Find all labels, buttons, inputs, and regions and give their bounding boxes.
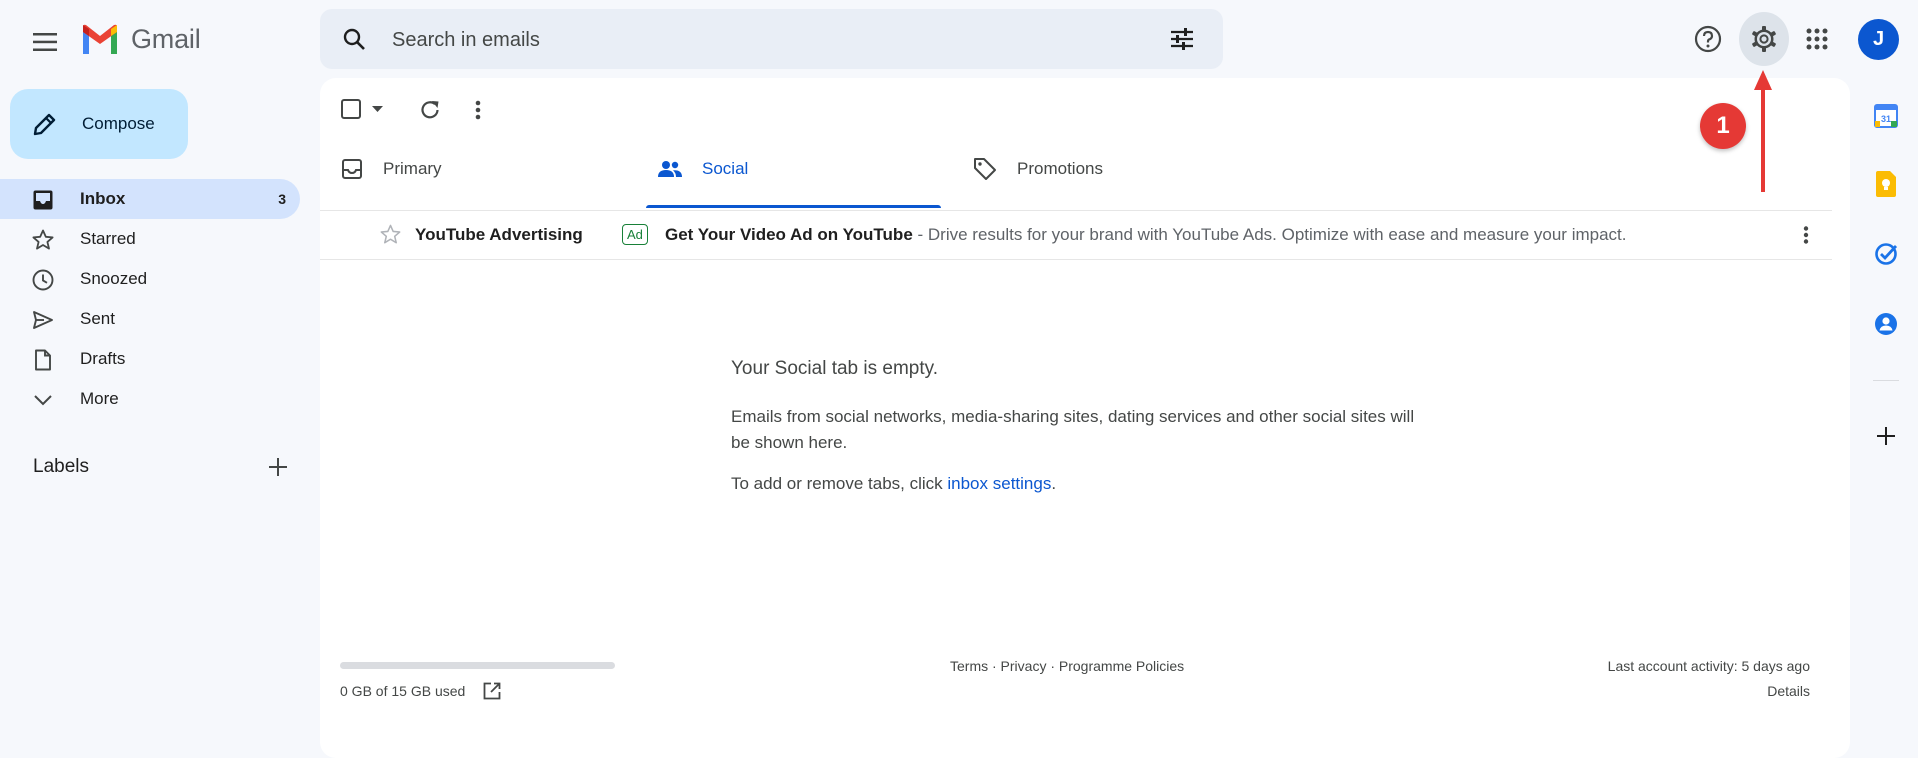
compose-button[interactable]: Compose (10, 89, 188, 159)
email-subject-line: Get Your Video Ad on YouTube - Drive res… (665, 225, 1626, 245)
tab-social[interactable]: Social (646, 130, 941, 208)
sidebar-item-starred[interactable]: Starred (0, 219, 300, 259)
contacts-icon (1875, 313, 1897, 335)
side-panel-divider (1873, 380, 1899, 381)
search-button[interactable] (332, 17, 376, 61)
select-all-checkbox[interactable] (341, 99, 361, 119)
active-tab-indicator (646, 205, 941, 208)
settings-button[interactable] (1739, 12, 1789, 66)
settings-hint-prefix: To add or remove tabs, click (731, 474, 948, 493)
clock-icon (32, 269, 54, 291)
empty-state-settings-hint: To add or remove tabs, click inbox setti… (731, 474, 1056, 494)
tab-label: Promotions (1017, 159, 1103, 178)
tab-label: Social (702, 159, 749, 178)
calendar-icon: 31 (1874, 104, 1898, 128)
sidebar-item-label: More (80, 389, 119, 408)
sidebar-item-snoozed[interactable]: Snoozed (0, 259, 300, 299)
search-bar[interactable] (320, 9, 1223, 71)
more-vert-icon (475, 100, 481, 120)
email-snippet: - Drive results for your brand with YouT… (912, 225, 1627, 244)
main-menu-button[interactable] (22, 19, 68, 65)
footer-links[interactable]: Terms · Privacy · Programme Policies (950, 658, 1184, 674)
sidebar-item-label: Starred (80, 229, 136, 248)
storage-bar (340, 662, 615, 669)
step-number-badge: 1 (1700, 103, 1746, 149)
help-icon (1694, 25, 1722, 53)
labels-heading: Labels (33, 456, 89, 477)
support-button[interactable] (1685, 16, 1731, 62)
unread-count: 3 (278, 191, 286, 207)
annotation-arrow (1754, 70, 1772, 192)
calendar-app-button[interactable]: 31 (1868, 98, 1904, 134)
send-icon (33, 311, 53, 329)
keep-icon (1876, 171, 1896, 197)
manage-storage-button[interactable] (480, 679, 504, 703)
more-options-button[interactable] (458, 90, 498, 130)
email-subject: Get Your Video Ad on YouTube (665, 225, 913, 244)
account-avatar[interactable]: J (1858, 19, 1899, 60)
refresh-button[interactable] (410, 90, 450, 130)
chevron-down-icon (34, 395, 52, 406)
draft-icon (35, 349, 51, 371)
people-icon (658, 161, 682, 177)
email-more-button[interactable] (1786, 215, 1826, 255)
svg-text:31: 31 (1881, 114, 1891, 124)
gmail-logo[interactable]: Gmail (80, 22, 201, 56)
hamburger-icon (33, 33, 57, 51)
avatar-letter: J (1872, 28, 1885, 50)
tag-icon (974, 158, 996, 180)
last-account-activity: Last account activity: 5 days ago (1607, 658, 1810, 674)
tab-promotions[interactable]: Promotions (973, 130, 1273, 208)
more-vert-icon (1803, 226, 1809, 244)
create-label-button[interactable] (258, 450, 298, 484)
get-addons-button[interactable] (1868, 418, 1904, 454)
settings-hint-suffix: . (1051, 474, 1057, 493)
tasks-icon (1875, 243, 1898, 265)
search-options-button[interactable] (1160, 17, 1204, 61)
tab-label: Primary (383, 159, 442, 178)
contacts-app-button[interactable] (1868, 306, 1904, 342)
sidebar-item-label: Sent (80, 309, 115, 328)
sidebar-item-label: Inbox (80, 189, 126, 208)
plus-icon (1877, 427, 1895, 445)
activity-details-link[interactable]: Details (1767, 683, 1810, 699)
tasks-app-button[interactable] (1868, 236, 1904, 272)
plus-icon (269, 458, 287, 476)
star-icon[interactable] (380, 224, 401, 245)
compose-label: Compose (82, 114, 155, 133)
sidebar-item-sent[interactable]: Sent (0, 299, 300, 339)
sidebar-item-label: Drafts (80, 349, 126, 368)
email-sender: YouTube Advertising (415, 225, 583, 244)
gmail-wordmark: Gmail (131, 23, 201, 54)
gmail-m-icon (83, 24, 117, 54)
search-input[interactable] (390, 9, 1114, 71)
inbox-settings-link[interactable]: inbox settings (947, 474, 1051, 493)
pencil-icon (33, 113, 56, 136)
select-dropdown[interactable] (368, 100, 386, 118)
sidebar-item-more[interactable]: More (0, 379, 300, 419)
tune-icon (1171, 28, 1193, 50)
inbox-icon (342, 159, 362, 179)
sidebar-item-drafts[interactable]: Drafts (0, 339, 300, 379)
search-icon (343, 28, 365, 50)
star-icon (32, 229, 54, 250)
open-in-new-icon (483, 682, 501, 700)
empty-state-title: Your Social tab is empty. (731, 358, 938, 379)
email-row[interactable]: YouTube Advertising Ad Get Your Video Ad… (320, 210, 1832, 260)
keep-app-button[interactable] (1868, 166, 1904, 202)
inbox-icon (33, 190, 53, 210)
apps-button[interactable] (1794, 16, 1840, 62)
ad-badge: Ad (622, 224, 648, 245)
apps-grid-icon (1806, 28, 1828, 50)
gear-icon (1752, 26, 1776, 52)
refresh-icon (421, 101, 439, 119)
empty-state-body: Emails from social networks, media-shari… (731, 407, 1415, 452)
sidebar-item-label: Snoozed (80, 269, 148, 288)
tab-primary[interactable]: Primary (341, 130, 646, 208)
caret-down-icon (371, 106, 383, 112)
sidebar-item-inbox[interactable]: Inbox 3 (0, 179, 300, 219)
storage-text: 0 GB of 15 GB used (340, 683, 466, 699)
